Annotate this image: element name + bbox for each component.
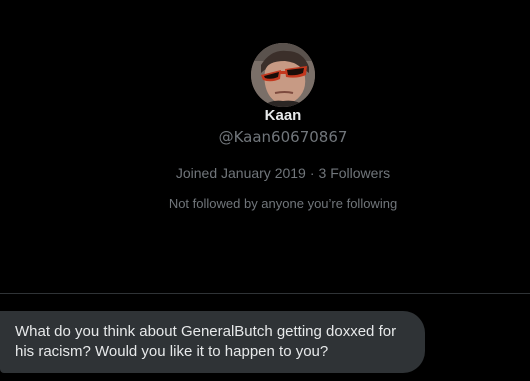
separator-dot: · <box>309 165 315 181</box>
joined-date: Joined January 2019 <box>175 165 306 181</box>
display-name[interactable]: Kaan <box>0 107 530 124</box>
divider <box>0 293 530 294</box>
followers-count[interactable]: 3 Followers <box>319 165 391 181</box>
dm-conversation-view: Kaan @Kaan60670867 Joined January 2019 · 3… <box>0 0 530 381</box>
followed-by-note: Not followed by anyone you’re following <box>168 196 398 211</box>
profile-photo-icon <box>251 43 315 107</box>
user-handle[interactable]: @Kaan60670867 <box>0 128 530 146</box>
profile-meta: Joined January 2019 · 3 Followers <box>0 165 530 181</box>
message-text: What do you think about GeneralButch get… <box>15 323 397 360</box>
avatar[interactable] <box>251 43 315 107</box>
message-bubble[interactable]: What do you think about GeneralButch get… <box>0 311 425 373</box>
